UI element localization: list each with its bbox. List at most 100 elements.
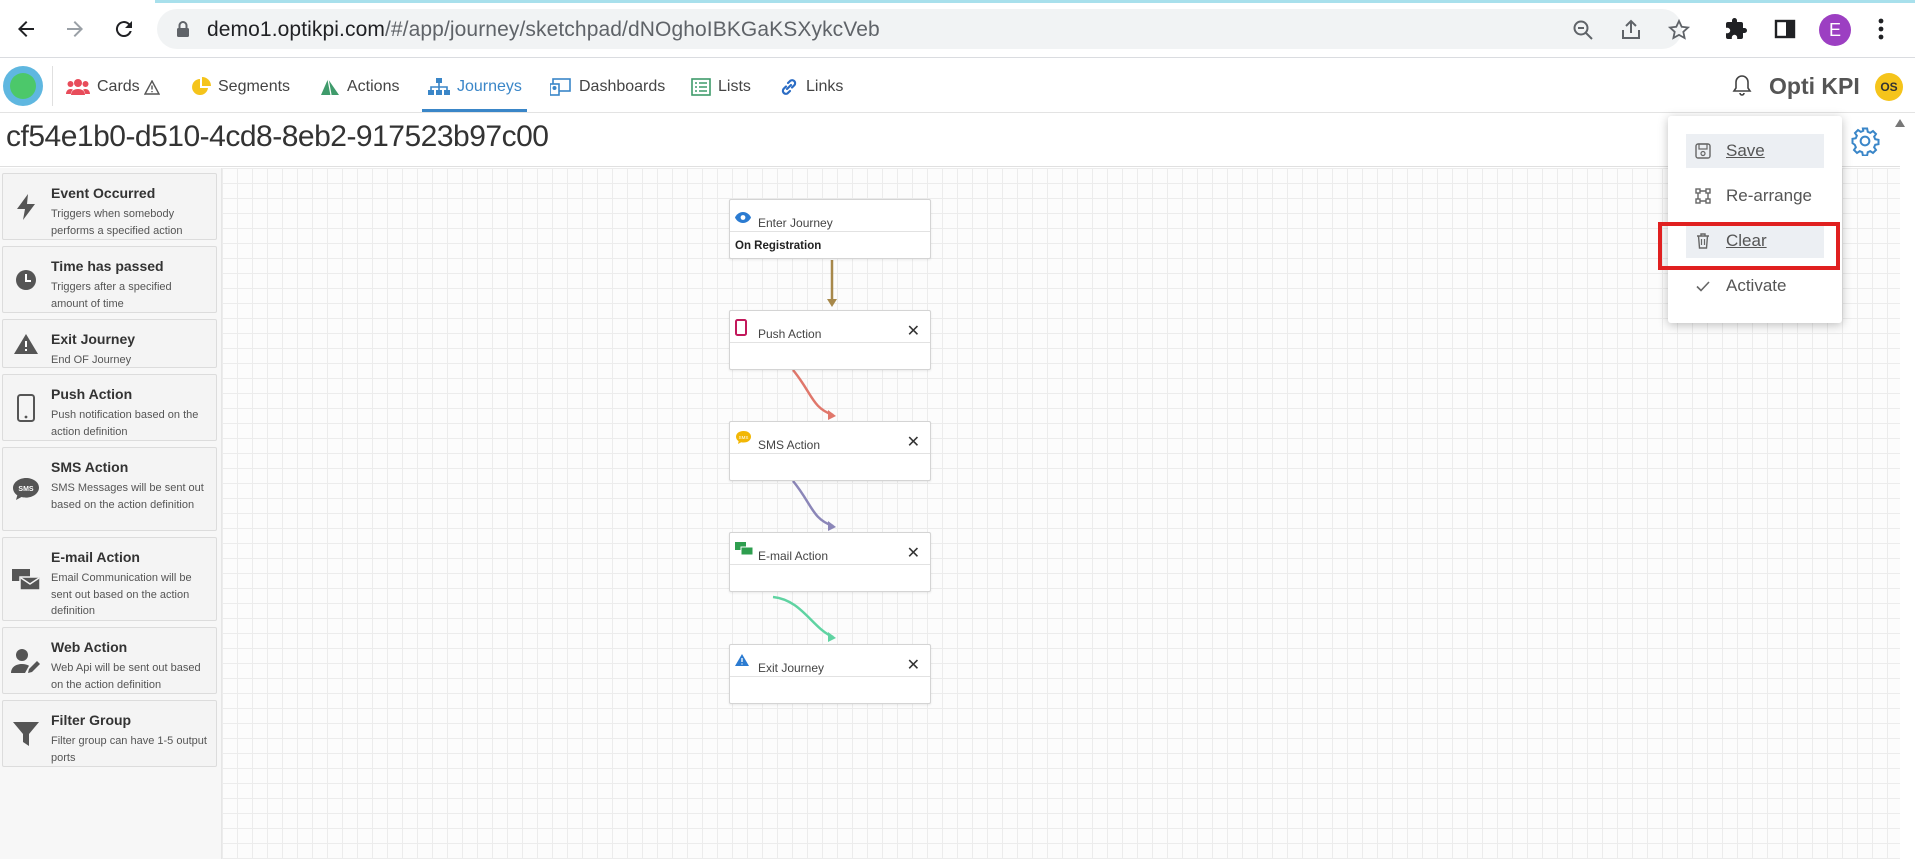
palette-item-title: Web Action xyxy=(51,639,128,655)
eye-icon xyxy=(735,212,751,223)
paper-plane-icon xyxy=(321,78,339,96)
highlight-box xyxy=(1658,222,1840,270)
palette-item-title: Filter Group xyxy=(51,712,132,728)
sitemap-icon xyxy=(428,78,450,95)
node-email-action[interactable]: E-mail Action ✕ xyxy=(729,532,931,592)
extensions-button[interactable] xyxy=(1722,15,1750,43)
node-exit-journey[interactable]: Exit Journey ✕ xyxy=(729,644,931,704)
nav-lists-label: Lists xyxy=(718,78,751,95)
nav-journeys[interactable]: Journeys xyxy=(428,76,522,98)
reload-button[interactable] xyxy=(108,13,140,45)
node-enter-journey[interactable]: Enter Journey On Registration xyxy=(729,199,931,259)
close-icon[interactable]: ✕ xyxy=(907,432,920,452)
menu-item-label: Save xyxy=(1726,141,1765,160)
user-avatar[interactable]: OS xyxy=(1875,73,1903,101)
menu-item-label: Activate xyxy=(1726,276,1787,295)
title-divider xyxy=(0,166,1900,167)
loading-bar xyxy=(155,0,1915,3)
close-icon[interactable]: ✕ xyxy=(907,655,920,675)
journey-canvas[interactable] xyxy=(222,168,1900,859)
pie-chart-icon xyxy=(192,77,211,95)
menu-item-rearrange[interactable]: Re-arrange xyxy=(1686,179,1824,213)
node-title: SMS Action xyxy=(758,438,821,452)
side-panel-button[interactable] xyxy=(1771,15,1799,43)
warning-icon xyxy=(14,333,38,354)
palette-item-title: E-mail Action xyxy=(51,549,140,565)
palette-item-email-action[interactable]: E-mail Action Email Communication will b… xyxy=(2,537,217,621)
palette-item-desc: Triggers after a specified amount of tim… xyxy=(51,281,172,310)
check-icon xyxy=(1696,281,1710,292)
kebab-menu-icon xyxy=(1878,18,1884,40)
forward-button[interactable] xyxy=(59,13,91,45)
users-icon xyxy=(66,79,90,95)
nav-segments[interactable]: Segments xyxy=(191,76,290,98)
arrow-right-icon xyxy=(67,21,83,37)
node-sms-action[interactable]: SMS SMS Action ✕ xyxy=(729,421,931,481)
node-push-action[interactable]: Push Action ✕ xyxy=(729,310,931,370)
browser-toolbar: demo1.optikpi.com/#/app/journey/sketchpa… xyxy=(0,0,1915,58)
chrome-menu-button[interactable] xyxy=(1867,15,1895,43)
side-panel-icon xyxy=(1774,19,1796,39)
puzzle-icon xyxy=(1726,18,1747,39)
back-button[interactable] xyxy=(10,13,42,45)
lightning-icon xyxy=(17,193,35,220)
arrow-head xyxy=(828,632,836,642)
save-icon xyxy=(1695,143,1711,159)
svg-text:SMS: SMS xyxy=(18,486,34,493)
nav-journeys-label: Journeys xyxy=(457,78,522,95)
close-icon[interactable]: ✕ xyxy=(907,321,920,341)
reload-icon xyxy=(115,21,132,38)
scroll-up-arrow[interactable] xyxy=(1894,118,1906,128)
palette-item-event-occurred[interactable]: Event Occurred Triggers when somebody pe… xyxy=(2,173,217,240)
zoom-icon[interactable] xyxy=(1571,18,1595,42)
palette-item-title: Push Action xyxy=(51,386,133,402)
palette-item-exit-journey[interactable]: Exit Journey End OF Journey xyxy=(2,319,217,368)
star-icon[interactable] xyxy=(1667,18,1691,42)
svg-text:SMS: SMS xyxy=(739,435,749,440)
app-logo[interactable] xyxy=(3,66,43,106)
palette-item-time-has-passed[interactable]: Time has passed Triggers after a specifi… xyxy=(2,246,217,313)
palette-item-filter-group[interactable]: Filter Group Filter group can have 1-5 o… xyxy=(2,700,217,767)
nav-dashboards[interactable]: Dashboards xyxy=(550,76,665,98)
url-host: demo1.optikpi.com xyxy=(207,18,385,41)
dashboard-icon xyxy=(550,78,571,96)
palette-item-desc: Filter group can have 1-5 output ports xyxy=(51,735,207,764)
nav-actions[interactable]: Actions xyxy=(320,76,399,98)
connection-links xyxy=(772,260,837,642)
clock-icon xyxy=(16,269,36,290)
nav-links[interactable]: Links xyxy=(779,76,843,98)
menu-item-save[interactable]: Save xyxy=(1686,134,1824,168)
arrow-head xyxy=(827,299,837,307)
settings-gear-icon[interactable] xyxy=(1850,126,1880,156)
bell-icon[interactable] xyxy=(1731,73,1753,97)
user-edit-icon xyxy=(11,648,40,673)
palette-item-push-action[interactable]: Push Action Push notification based on t… xyxy=(2,374,217,441)
node-palette: Event Occurred Triggers when somebody pe… xyxy=(0,168,222,859)
palette-item-desc: Web Api will be sent out based on the ac… xyxy=(51,662,201,691)
profile-avatar[interactable]: E xyxy=(1819,14,1851,46)
email-icon xyxy=(12,569,41,591)
node-trigger-value: On Registration xyxy=(735,240,822,252)
palette-item-web-action[interactable]: Web Action Web Api will be sent out base… xyxy=(2,627,217,694)
close-icon[interactable]: ✕ xyxy=(907,543,920,563)
url-path: /#/app/journey/sketchpad/dNOghoIBKGaKSXy… xyxy=(384,18,880,41)
app-navbar: Cards Segments Actions Journeys Dashboar… xyxy=(0,58,1915,113)
node-title: Exit Journey xyxy=(758,661,825,675)
arrow-head xyxy=(828,410,836,420)
arrow-head xyxy=(828,521,836,531)
nav-cards[interactable]: Cards xyxy=(66,76,167,98)
nav-lists[interactable]: Lists xyxy=(691,76,751,98)
mobile-icon xyxy=(17,393,35,422)
palette-item-sms-action[interactable]: SMS SMS Action SMS Messages will be sent… xyxy=(2,447,217,531)
warning-icon xyxy=(143,79,160,95)
link-icon xyxy=(781,79,797,95)
palette-item-desc: Triggers when somebody performs a specif… xyxy=(51,208,183,237)
palette-item-title: Exit Journey xyxy=(51,331,136,347)
nav-divider xyxy=(52,66,53,106)
node-title: Push Action xyxy=(758,327,822,341)
filter-icon xyxy=(13,721,39,746)
share-icon[interactable] xyxy=(1619,18,1643,42)
address-bar[interactable]: demo1.optikpi.com/#/app/journey/sketchpa… xyxy=(157,9,1691,49)
url-text: demo1.optikpi.com/#/app/journey/sketchpa… xyxy=(207,18,880,42)
menu-item-activate[interactable]: Activate xyxy=(1686,269,1824,303)
